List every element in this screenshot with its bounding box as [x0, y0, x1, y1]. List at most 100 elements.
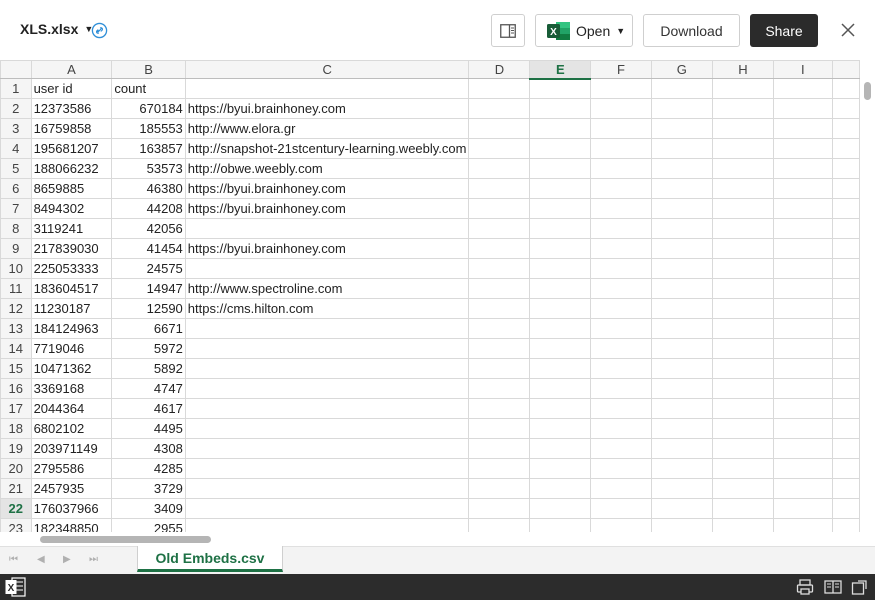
cell[interactable] [711, 498, 774, 519]
cell-user-id[interactable]: 2044364 [30, 398, 113, 419]
cell-user-id[interactable]: 7719046 [30, 338, 113, 359]
cell[interactable] [831, 458, 860, 479]
row-header[interactable]: 5 [0, 158, 32, 179]
cell[interactable] [772, 158, 833, 179]
cell[interactable] [831, 358, 860, 379]
cell[interactable] [650, 198, 713, 219]
cell[interactable] [529, 198, 592, 219]
cell-url[interactable]: http://snapshot-21stcentury-learning.wee… [184, 138, 470, 159]
cell[interactable] [650, 118, 713, 139]
cell[interactable] [772, 238, 833, 259]
cell[interactable] [590, 118, 652, 139]
cell[interactable] [590, 318, 652, 339]
cell[interactable] [468, 138, 531, 159]
cell-url[interactable] [184, 338, 470, 359]
cell[interactable] [831, 318, 860, 339]
cell[interactable] [590, 98, 652, 119]
cell[interactable] [831, 178, 860, 199]
cell[interactable] [590, 178, 652, 199]
cell[interactable] [711, 98, 774, 119]
row-header[interactable]: 3 [0, 118, 32, 139]
cell[interactable] [468, 378, 531, 399]
cell[interactable] [650, 498, 713, 519]
column-header-a[interactable]: A [30, 60, 113, 79]
cell[interactable] [529, 438, 592, 459]
cell-url[interactable] [184, 518, 470, 532]
column-header[interactable] [831, 60, 860, 79]
cell[interactable] [529, 138, 592, 159]
cell[interactable] [468, 518, 531, 532]
cell-user-id[interactable]: 176037966 [30, 498, 113, 519]
cell[interactable] [650, 258, 713, 279]
cell-user-id[interactable]: 2795586 [30, 458, 113, 479]
cell[interactable] [590, 518, 652, 532]
cell[interactable] [468, 198, 531, 219]
cell[interactable] [772, 218, 833, 239]
cell-user-id[interactable]: 8659885 [30, 178, 113, 199]
cell[interactable] [650, 138, 713, 159]
row-header[interactable]: 2 [0, 98, 32, 119]
cell[interactable] [590, 138, 652, 159]
cell[interactable] [468, 478, 531, 499]
cell-count[interactable]: 185553 [111, 118, 186, 139]
cell[interactable] [831, 218, 860, 239]
cell[interactable] [468, 98, 531, 119]
cell[interactable] [590, 78, 652, 99]
horizontal-scroll-thumb[interactable] [40, 536, 211, 543]
column-header-b[interactable]: B [111, 60, 186, 79]
cell[interactable] [468, 418, 531, 439]
cell[interactable] [831, 378, 860, 399]
cell[interactable] [711, 318, 774, 339]
cell-count[interactable]: 2955 [111, 518, 186, 532]
cell-count[interactable]: count [111, 78, 186, 99]
column-header-f[interactable]: F [590, 60, 652, 79]
cell[interactable] [772, 278, 833, 299]
cell-url[interactable] [184, 258, 470, 279]
cell-url[interactable] [184, 438, 470, 459]
cell[interactable] [711, 78, 774, 99]
cell[interactable] [650, 378, 713, 399]
cell-url[interactable]: https://byui.brainhoney.com [184, 98, 470, 119]
cell[interactable] [590, 258, 652, 279]
cell[interactable] [529, 378, 592, 399]
cell[interactable] [529, 78, 592, 99]
cell[interactable] [590, 418, 652, 439]
cell[interactable] [590, 338, 652, 359]
cell[interactable] [529, 318, 592, 339]
cell[interactable] [468, 338, 531, 359]
row-header[interactable]: 22 [0, 498, 32, 519]
cell[interactable] [529, 278, 592, 299]
cell-user-id[interactable]: 225053333 [30, 258, 113, 279]
cell[interactable] [711, 198, 774, 219]
cell[interactable] [650, 298, 713, 319]
cell-url[interactable] [184, 498, 470, 519]
cell[interactable] [529, 218, 592, 239]
row-header[interactable]: 9 [0, 238, 32, 259]
cell-url[interactable] [184, 358, 470, 379]
cell[interactable] [711, 398, 774, 419]
spreadsheet-grid[interactable]: ABCDEFGHI 1 user id count 2 12373586 670184 ht… [0, 60, 860, 532]
cell[interactable] [468, 78, 531, 99]
cell[interactable] [711, 378, 774, 399]
row-header[interactable]: 14 [0, 338, 32, 359]
cell[interactable] [711, 518, 774, 532]
row-header[interactable]: 19 [0, 438, 32, 459]
cell-count[interactable]: 4747 [111, 378, 186, 399]
cell[interactable] [711, 258, 774, 279]
cell-count[interactable]: 5972 [111, 338, 186, 359]
cell[interactable] [468, 458, 531, 479]
vertical-scroll-thumb[interactable] [864, 82, 871, 100]
cell[interactable] [772, 318, 833, 339]
popout-icon[interactable] [851, 578, 869, 596]
cell-user-id[interactable]: 6802102 [30, 418, 113, 439]
cell[interactable] [529, 358, 592, 379]
cell-user-id[interactable]: 3369168 [30, 378, 113, 399]
column-header-e[interactable]: E [529, 60, 592, 80]
cell[interactable] [529, 518, 592, 532]
share-button[interactable]: Share [750, 14, 818, 47]
cell-url[interactable]: https://byui.brainhoney.com [184, 178, 470, 199]
cell[interactable] [590, 378, 652, 399]
cell[interactable] [711, 358, 774, 379]
cell[interactable] [772, 118, 833, 139]
cell-url[interactable]: http://www.spectroline.com [184, 278, 470, 299]
